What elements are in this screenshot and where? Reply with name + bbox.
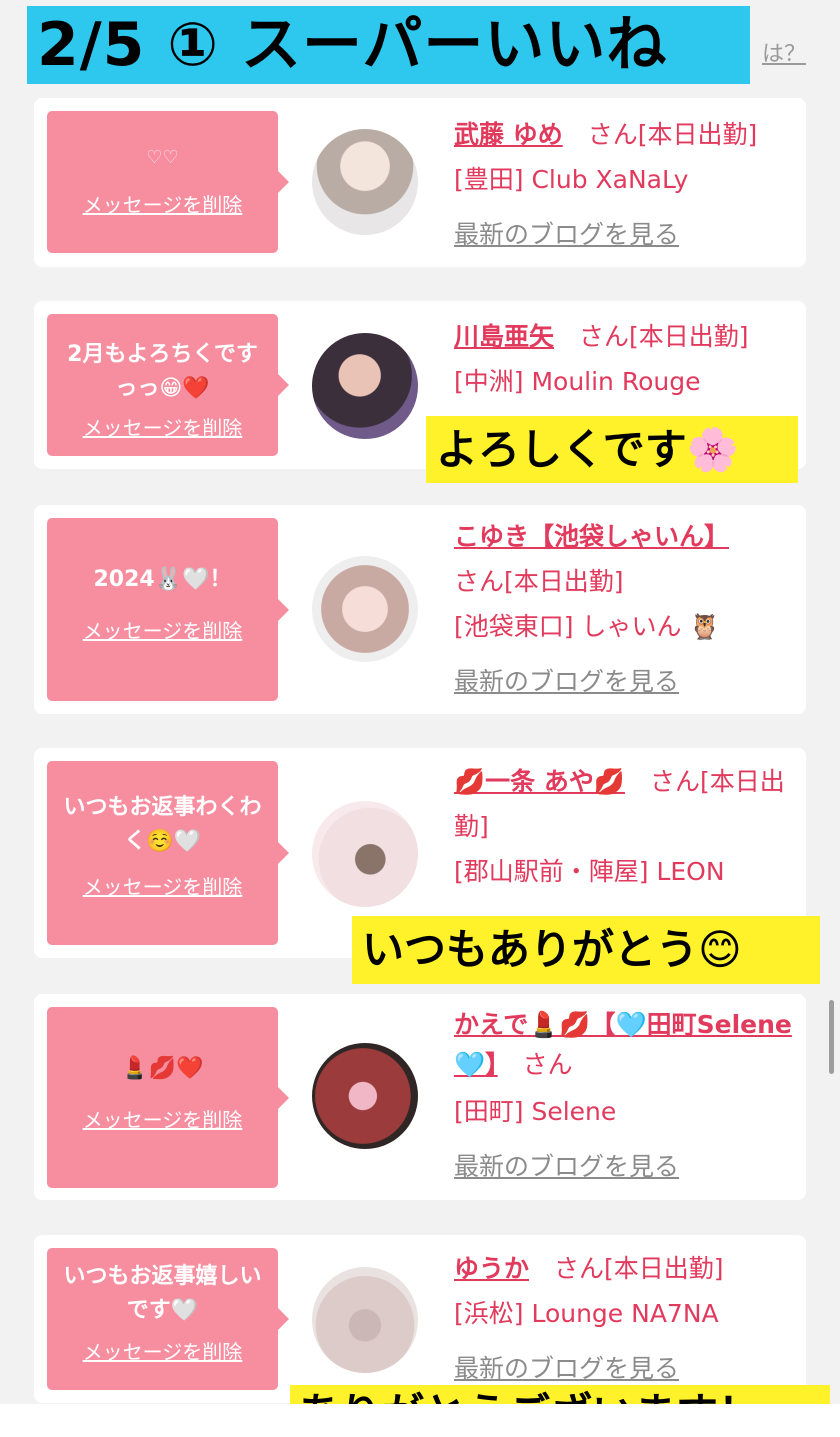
status-text: さん[本日出勤] bbox=[587, 120, 758, 149]
latest-blog-link[interactable]: 最新のブログを見る bbox=[454, 659, 792, 704]
cast-info: かえで💄💋【🩵田町Selene🩵】 さん [田町] Selene 最新のブログを… bbox=[454, 1005, 792, 1189]
message-text: ♡♡ bbox=[146, 147, 179, 168]
delete-message-link[interactable]: メッセージを削除 bbox=[83, 871, 243, 900]
avatar[interactable] bbox=[312, 129, 418, 235]
caption-sticker: いつもありがとう😊 bbox=[352, 916, 820, 984]
avatar[interactable] bbox=[312, 1267, 418, 1373]
message-text: 2024🐰🤍！ bbox=[93, 567, 232, 592]
help-link[interactable]: は？ bbox=[762, 36, 806, 68]
message-bubble: いつもお返事嬉しいです🤍 メッセージを削除 bbox=[47, 1248, 289, 1390]
bottom-bar bbox=[0, 1404, 840, 1437]
message-text: 💄💋❤️ bbox=[121, 1056, 204, 1081]
store-text: [田町] Selene bbox=[454, 1097, 617, 1126]
list-item: いつもお返事嬉しいです🤍 メッセージを削除 ゆうか さん[本日出勤] [浜松] … bbox=[34, 1235, 806, 1403]
delete-message-link[interactable]: メッセージを削除 bbox=[83, 1104, 243, 1133]
store-text: [郡山駅前・陣屋] LEON bbox=[454, 857, 725, 886]
cast-info: 武藤 ゆめ さん[本日出勤] [豊田] Club XaNaLy 最新のブログを見… bbox=[454, 112, 792, 257]
message-bubble: 💄💋❤️ メッセージを削除 bbox=[47, 1007, 289, 1188]
cast-name-link[interactable]: 💋一条 あや💋 bbox=[454, 767, 625, 796]
cast-name-link[interactable]: ゆうか bbox=[454, 1254, 529, 1283]
cast-info: 💋一条 あや💋 さん[本日出勤] [郡山駅前・陣屋] LEON bbox=[454, 759, 792, 894]
store-text: [豊田] Club XaNaLy bbox=[454, 165, 689, 194]
cast-name-link[interactable]: こゆき【池袋しゃいん】 bbox=[454, 522, 729, 551]
cast-name-link[interactable]: 武藤 ゆめ bbox=[454, 120, 563, 149]
cast-name-link[interactable]: 川島亜矢 bbox=[454, 322, 554, 351]
delete-message-link[interactable]: メッセージを削除 bbox=[83, 412, 243, 441]
avatar[interactable] bbox=[312, 333, 418, 439]
list-item: 2024🐰🤍！ メッセージを削除 こゆき【池袋しゃいん】 さん[本日出勤] [池… bbox=[34, 505, 806, 714]
cast-info: 川島亜矢 さん[本日出勤] [中洲] Moulin Rouge bbox=[454, 314, 792, 404]
avatar[interactable] bbox=[312, 556, 418, 662]
message-text: いつもお返事わくわく☺️🤍 bbox=[63, 795, 262, 854]
avatar[interactable] bbox=[312, 801, 418, 907]
store-text: [浜松] Lounge NA7NA bbox=[454, 1299, 719, 1328]
status-text: さん[本日出勤] bbox=[554, 1254, 724, 1283]
delete-message-link[interactable]: メッセージを削除 bbox=[83, 615, 243, 644]
status-text: さん[本日出勤] bbox=[579, 322, 749, 351]
message-bubble: 2024🐰🤍！ メッセージを削除 bbox=[47, 518, 289, 701]
latest-blog-link[interactable]: 最新のブログを見る bbox=[454, 212, 792, 257]
avatar[interactable] bbox=[312, 1043, 418, 1149]
delete-message-link[interactable]: メッセージを削除 bbox=[83, 189, 243, 218]
store-text: [中洲] Moulin Rouge bbox=[454, 367, 701, 396]
message-bubble: いつもお返事わくわく☺️🤍 メッセージを削除 bbox=[47, 761, 289, 945]
caption-sticker: よろしくです🌸 bbox=[426, 416, 798, 483]
status-text: さん[本日出勤] bbox=[454, 567, 624, 596]
cast-name-link[interactable]: かえで💄💋【🩵田町Selene🩵】 bbox=[454, 1010, 792, 1079]
page-title-banner: 2/5 ① スーパーいいね bbox=[27, 6, 750, 84]
scrollbar-thumb[interactable] bbox=[829, 1000, 834, 1074]
cast-info: ゆうか さん[本日出勤] [浜松] Lounge NA7NA 最新のブログを見る bbox=[454, 1246, 792, 1391]
message-bubble: ♡♡ メッセージを削除 bbox=[47, 111, 289, 253]
list-item: 💄💋❤️ メッセージを削除 かえで💄💋【🩵田町Selene🩵】 さん [田町] … bbox=[34, 994, 806, 1200]
store-text: [池袋東口] しゃいん 🦉 bbox=[454, 612, 721, 641]
list-item: ♡♡ メッセージを削除 武藤 ゆめ さん[本日出勤] [豊田] Club XaN… bbox=[34, 98, 806, 267]
delete-message-link[interactable]: メッセージを削除 bbox=[83, 1336, 243, 1365]
message-bubble: 2月もよろちくですっっ😁❤️ メッセージを削除 bbox=[47, 314, 289, 456]
cast-info: こゆき【池袋しゃいん】 さん[本日出勤] [池袋東口] しゃいん 🦉 最新のブロ… bbox=[454, 514, 792, 704]
message-text: いつもお返事嬉しいです🤍 bbox=[63, 1264, 262, 1323]
latest-blog-link[interactable]: 最新のブログを見る bbox=[454, 1144, 792, 1189]
message-text: 2月もよろちくですっっ😁❤️ bbox=[67, 342, 258, 401]
status-text: さん bbox=[522, 1050, 573, 1079]
